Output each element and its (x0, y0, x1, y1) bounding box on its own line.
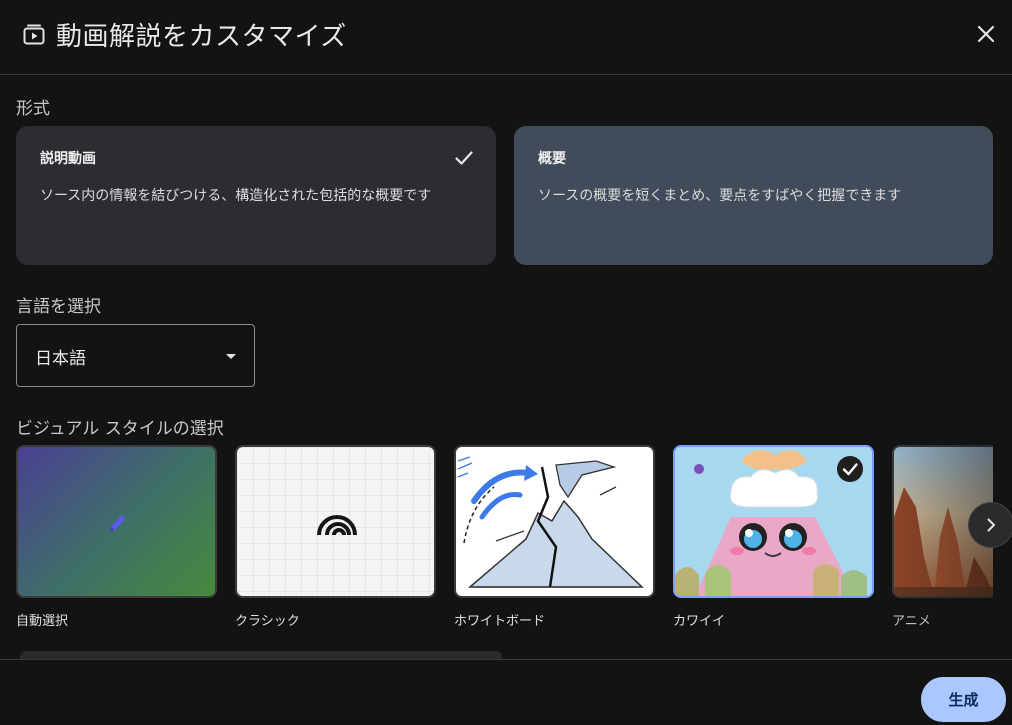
format-option-title: 説明動画 (40, 151, 96, 167)
visual-style-section-label: ビジュアル スタイルの選択 (16, 419, 224, 439)
chevron-right-icon (987, 518, 995, 532)
volcano-sketch-illustration (457, 456, 644, 588)
style-thumbnail (16, 445, 217, 598)
visual-style-carousel: 自動選択 クラシック ホワイトボード カワイイ アニメ (16, 445, 993, 635)
style-thumbnail (235, 445, 436, 598)
format-option-summary[interactable]: 概要 ソースの概要を短くまとめ、要点をすばやく把握できます (514, 126, 993, 265)
style-option-label: ホワイトボード (454, 614, 546, 629)
style-thumbnail (454, 445, 655, 598)
format-option-title: 概要 (538, 151, 566, 167)
format-section-label: 形式 (16, 99, 50, 119)
pencil-icon (110, 515, 126, 531)
check-circle-icon (837, 456, 863, 482)
style-option-classic[interactable]: クラシック (235, 445, 436, 629)
style-option-kawaii[interactable]: カワイイ (673, 445, 874, 629)
carousel-next-button[interactable] (969, 503, 1012, 547)
style-option-whiteboard[interactable]: ホワイトボード (454, 445, 655, 629)
dropdown-caret-icon (226, 354, 236, 359)
style-option-label: クラシック (235, 614, 300, 629)
language-section-label: 言語を選択 (16, 297, 101, 317)
arc-logo-icon (317, 515, 357, 536)
format-option-description: ソース内の情報を結びつける、構造化された包括的な概要です (40, 188, 432, 204)
style-thumbnail (673, 445, 874, 598)
style-option-label: 自動選択 (16, 614, 69, 629)
dialog-title: 動画解説をカスタマイズ (56, 22, 347, 52)
close-icon[interactable] (974, 22, 998, 46)
video-stack-icon (23, 24, 45, 45)
format-option-explainer[interactable]: 説明動画 ソース内の情報を結びつける、構造化された包括的な概要です (16, 126, 496, 265)
style-option-label: アニメ (892, 614, 931, 629)
style-option-auto[interactable]: 自動選択 (16, 445, 217, 629)
dialog-footer (0, 659, 1012, 725)
style-option-label: カワイイ (673, 614, 726, 629)
check-icon (455, 151, 473, 165)
dialog-header: 動画解説をカスタマイズ (0, 0, 1012, 75)
generate-button[interactable]: 生成 (921, 677, 1006, 722)
language-select[interactable]: 日本語 (16, 324, 255, 387)
format-option-description: ソースの概要を短くまとめ、要点をすばやく把握できます (538, 188, 902, 204)
language-selected-value: 日本語 (35, 349, 86, 369)
